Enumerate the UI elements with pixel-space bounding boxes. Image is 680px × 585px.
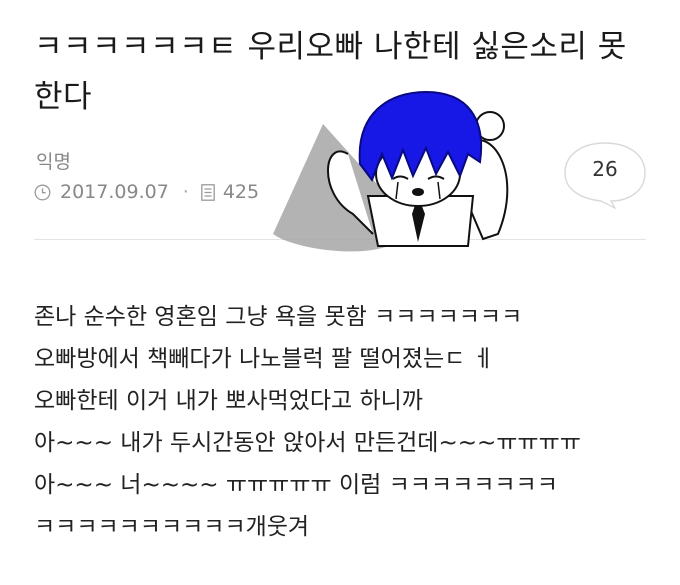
author-name: 익명	[36, 151, 71, 173]
body-line: 오빠방에서 책빼다가 나노블럭 팔 떨어졌는ㄷ ㅔ	[34, 346, 494, 372]
post-meta: 2017.09.07 · 425	[34, 181, 259, 203]
body-line: 오빠한테 이거 내가 뽀사먹었다고 하니까	[34, 388, 423, 414]
document-icon	[200, 183, 215, 201]
anime-character-sticker	[273, 90, 509, 252]
view-count: 425	[222, 181, 260, 203]
meta-separator: ·	[182, 181, 189, 203]
body-line: 아~~~ 너~~~~ ㅠㅠㅠㅠㅠ 이럼 ㅋㅋㅋㅋㅋㅋㅋㅋ	[34, 472, 558, 498]
comment-count[interactable]: 26	[563, 157, 647, 181]
clock-icon	[34, 184, 51, 200]
post-body: 존나 순수한 영혼임 그냥 욕을 못함 ㅋㅋㅋㅋㅋㅋㅋ 오빠방에서 책빼다가 나…	[34, 296, 654, 548]
body-line: ㅋㅋㅋㅋㅋㅋㅋㅋㅋㅋ개웃겨	[34, 514, 310, 540]
post-date: 2017.09.07	[60, 181, 169, 203]
body-line: 존나 순수한 영혼임 그냥 욕을 못함 ㅋㅋㅋㅋㅋㅋㅋ	[34, 304, 523, 330]
body-line: 아~~~ 내가 두시간동안 앉아서 만든건데~~~ㅠㅠㅠㅠ	[34, 430, 581, 456]
